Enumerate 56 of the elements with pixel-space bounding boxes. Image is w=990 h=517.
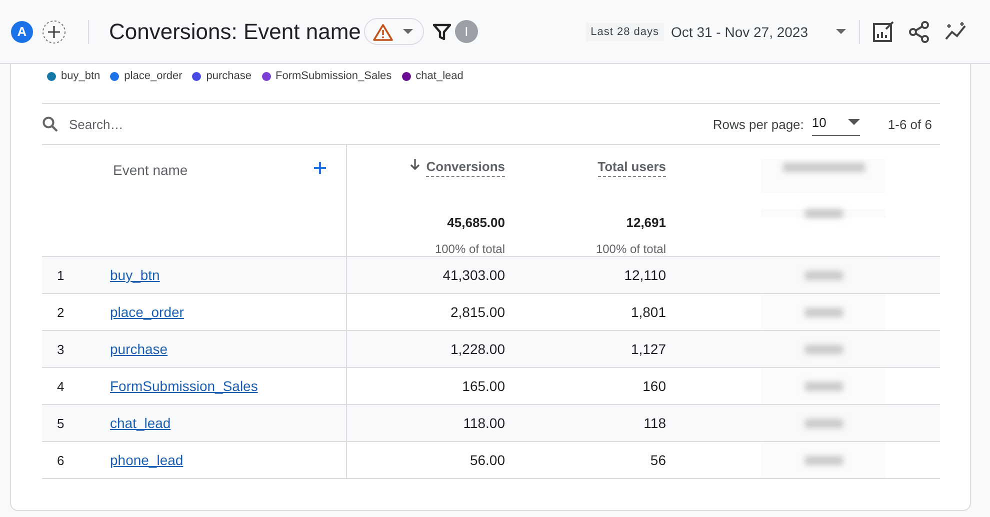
- legend-label: buy_btn: [61, 70, 100, 82]
- table-cell: 118.00: [463, 415, 505, 431]
- legend-label: chat_lead: [416, 70, 464, 82]
- row-index: 6: [57, 452, 64, 468]
- table-cell: 12,110: [624, 267, 666, 283]
- caret-icon: [402, 28, 413, 34]
- pagination-label: 1-6 of 6: [888, 116, 932, 132]
- event-link[interactable]: buy_btn: [110, 267, 160, 283]
- table-cell: 1,127: [630, 341, 666, 357]
- report-title: Conversions: Event name: [109, 18, 361, 44]
- row-index: 5: [57, 416, 64, 430]
- event-link[interactable]: purchase: [110, 341, 168, 357]
- table-cell: 56.00: [470, 452, 505, 468]
- add-comparison-icon[interactable]: [42, 20, 66, 44]
- row-index: 3: [57, 342, 64, 356]
- account-avatar[interactable]: A: [11, 20, 33, 42]
- caret-icon[interactable]: [836, 28, 846, 34]
- warning-button[interactable]: [364, 18, 424, 45]
- row-index: 4: [57, 378, 64, 394]
- edit-chart-icon[interactable]: [872, 20, 894, 42]
- add-dimension-icon[interactable]: [314, 162, 326, 174]
- table-cell: 118: [644, 415, 666, 431]
- total-share: 100% of total: [596, 242, 666, 256]
- legend-label: place_order: [124, 70, 182, 82]
- warning-icon: [372, 22, 393, 40]
- event-link[interactable]: phone_lead: [110, 452, 184, 468]
- event-link[interactable]: FormSubmission_Sales: [110, 378, 258, 394]
- rows-per-page-select[interactable]: 10: [812, 112, 860, 136]
- column-header: Event name: [113, 162, 188, 178]
- event-link[interactable]: chat_lead: [110, 415, 171, 431]
- legend-label: purchase: [206, 70, 252, 82]
- insights-icon[interactable]: [944, 20, 968, 42]
- column-header[interactable]: Conversions: [426, 159, 505, 177]
- total-share: 100% of total: [434, 242, 505, 256]
- legend-label: FormSubmission_Sales: [276, 70, 392, 82]
- column-header[interactable]: Total users: [598, 159, 666, 177]
- total-value: 12,691: [626, 215, 666, 230]
- date-preset-label: Last 28 days: [586, 22, 664, 40]
- table-cell: 41,303.00: [442, 267, 505, 283]
- caret-icon: [848, 119, 860, 126]
- table-cell: 1,228.00: [450, 341, 505, 357]
- table-cell: 165.00: [462, 378, 505, 394]
- filter-icon[interactable]: [432, 22, 451, 40]
- table-cell: 1,801: [630, 304, 666, 320]
- date-range[interactable]: Oct 31 - Nov 27, 2023: [671, 24, 808, 40]
- total-value: 45,685.00: [447, 215, 505, 230]
- search-icon: [42, 116, 58, 132]
- table-cell: 2,815.00: [450, 304, 505, 320]
- table-cell: 56: [650, 452, 666, 468]
- sort-down-icon[interactable]: [410, 159, 420, 171]
- event-link[interactable]: place_order: [110, 304, 184, 320]
- row-index: 1: [57, 268, 64, 282]
- rows-per-page-label: Rows per page:: [712, 116, 804, 132]
- share-icon[interactable]: [908, 20, 930, 42]
- table-cell: 160: [642, 378, 666, 394]
- row-index: 2: [57, 304, 64, 320]
